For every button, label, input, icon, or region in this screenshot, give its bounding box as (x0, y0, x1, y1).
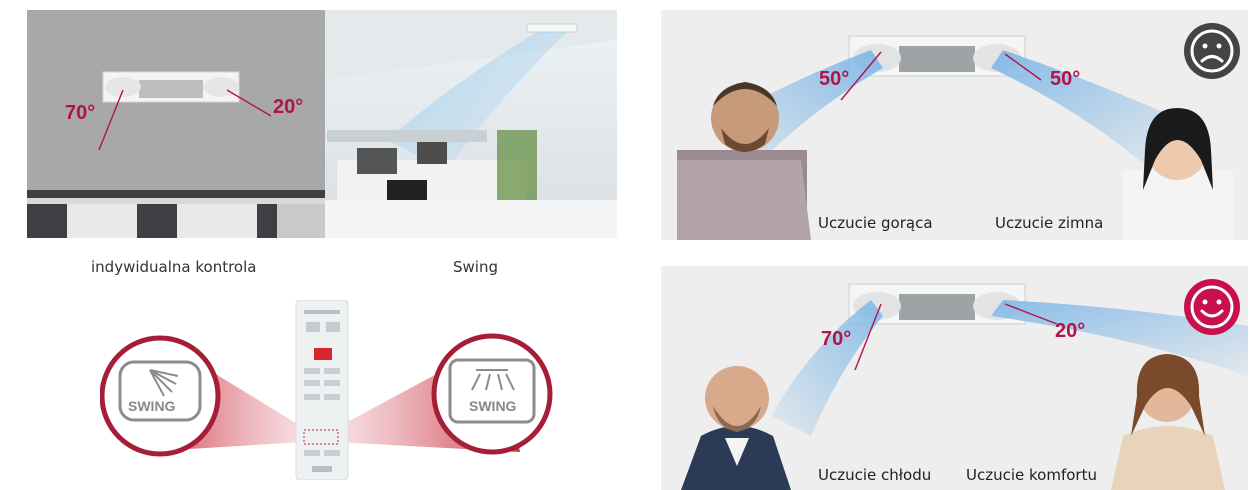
happy-face-icon (1183, 278, 1241, 336)
office-scene-graphic (27, 10, 617, 238)
feeling-comfort-label: Uczucie komfortu (966, 466, 1097, 484)
comfortable-airflow-image: 70° 20° Uczucie chłodu Uczucie komfortu (661, 266, 1248, 490)
uncomfortable-airflow-image: 50° 50° Uczucie gorąca Uczucie zimna (661, 10, 1248, 240)
angle-label-right: 20° (273, 96, 304, 118)
angle-label-right: 20° (1055, 320, 1086, 342)
caption-swing: Swing (453, 258, 498, 276)
angle-label-right: 50° (1050, 68, 1081, 90)
angle-label-left: 70° (65, 102, 96, 124)
angle-label-left: 50° (819, 68, 850, 90)
comfortable-scene-graphic (661, 266, 1248, 490)
feeling-cool-label: Uczucie chłodu (818, 466, 932, 484)
feeling-hot-label: Uczucie gorąca (818, 214, 933, 232)
caption-individual-control: indywidualna kontrola (91, 258, 257, 276)
angle-label-left: 70° (821, 328, 852, 350)
remote-graphic (100, 300, 553, 480)
swing-button-left: SWING (128, 398, 176, 414)
swing-button-right: SWING (469, 398, 517, 414)
uncomfortable-scene-graphic (661, 10, 1248, 240)
remote-swing-illustration: SWING SWING (100, 300, 560, 480)
feeling-cold-label: Uczucie zimna (995, 214, 1104, 232)
individual-control-image: 70° 20° (27, 10, 617, 238)
sad-face-icon (1183, 22, 1241, 80)
